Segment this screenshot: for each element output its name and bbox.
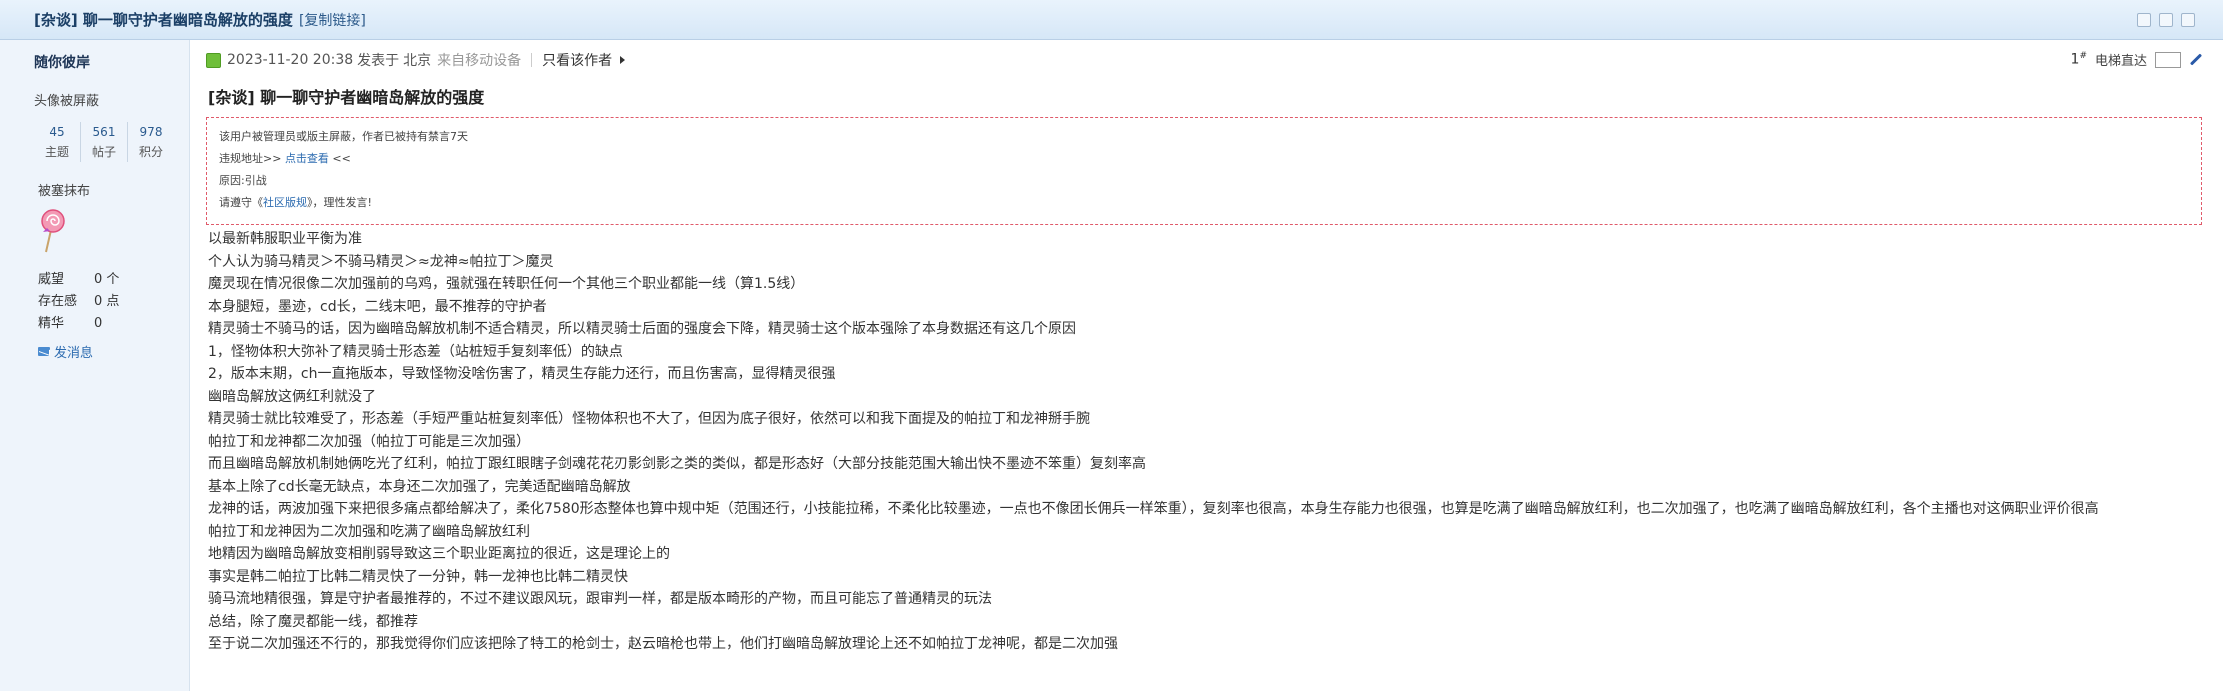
notice-line-4-prefix: 请遵守《 [219, 196, 263, 209]
attr-presence-value: 0 点 [94, 294, 120, 309]
notice-line-4: 请遵守《社区版规》，理性发言! [219, 192, 2189, 214]
body-paragraph: 骑马流地精很强，算是守护者最推荐的，不过不建议跟风玩，跟审判一样，都是版本畸形的… [208, 591, 992, 607]
attr-essence-value: 0 [94, 316, 103, 331]
attr-prestige-label: 威望 [38, 272, 65, 287]
stat-posts[interactable]: 561 帖子 [81, 122, 128, 162]
body-paragraph: 帕拉丁和龙神都二次加强（帕拉丁可能是三次加强） [208, 433, 530, 450]
stat-points-label: 积分 [138, 145, 163, 159]
post-body: 以最新韩服职业平衡为准 个人认为骑马精灵＞不骑马精灵＞≈龙神≈帕拉丁＞魔灵 魔灵… [208, 228, 2198, 656]
notice-line-4-suffix: 》，理性发言! [307, 196, 372, 209]
attr-prestige: 威望 0 个 [38, 268, 119, 287]
header-tools [2137, 12, 2223, 27]
posted-from-label: 发表于 [357, 53, 400, 69]
floor-controls: 1# 电梯直达 [2071, 50, 2203, 69]
body-paragraph: 个人认为骑马精灵＞不骑马精灵＞≈龙神≈帕拉丁＞魔灵 [208, 253, 554, 270]
author-sidebar: 随你彼岸 头像被屏蔽 45 主题 561 帖子 978 积分 被塞抹布 威望 0 … [0, 40, 190, 691]
ban-status: 被塞抹布 [38, 184, 91, 199]
thread-title: [杂谈] 聊一聊守护者幽暗岛解放的强度 [34, 11, 293, 29]
notice-line-3: 原因:引战 [219, 174, 267, 187]
body-paragraph: 以最新韩服职业平衡为准 [208, 231, 362, 247]
body-paragraph: 精灵骑士不骑马的话，因为幽暗岛解放机制不适合精灵，所以精灵骑士后面的强度会下降，… [208, 321, 1076, 337]
attr-presence: 存在感 0 点 [38, 290, 119, 309]
floor-jump-input[interactable] [2155, 51, 2181, 68]
author-stats: 45 主题 561 帖子 978 积分 [34, 122, 174, 162]
stat-threads[interactable]: 45 主题 [34, 122, 81, 162]
post-online-icon [206, 52, 221, 68]
post-title: [杂谈] 聊一聊守护者幽暗岛解放的强度 [208, 88, 485, 107]
stat-points[interactable]: 978 积分 [128, 122, 174, 162]
avatar-status: 头像被屏蔽 [34, 94, 100, 109]
stat-posts-label: 帖子 [91, 145, 116, 159]
post-main: 2023-11-20 20:38 发表于 北京 来自移动设备 只看该作者 1# … [190, 40, 2223, 691]
copy-link-button[interactable]: [复制链接] [299, 10, 366, 30]
author-username[interactable]: 随你彼岸 [34, 52, 90, 72]
body-paragraph: 龙神的话，两波加强下来把很多痛点都给解决了，柔化7580形态整体也算中规中矩（范… [208, 501, 2099, 517]
author-only-link[interactable]: 只看该作者 [542, 50, 612, 70]
meta-divider [531, 53, 533, 67]
post-location: 北京 [403, 53, 432, 69]
moderation-notice: 该用户被管理员或版主屏蔽，作者已被持有禁言7天 违规地址>> 点击查看 << 原… [206, 117, 2202, 225]
stat-posts-value: 561 [92, 125, 116, 139]
attr-essence: 精华 0 [38, 312, 102, 331]
body-paragraph: 魔灵现在情况很像二次加强前的乌鸡，强就强在转职任何一个其他三个职业都能一线（算1… [208, 276, 805, 292]
body-paragraph: 2，版本末期，ch一直拖版本，导致怪物没啥伤害了，精灵生存能力还行，而且伤害高，… [208, 366, 836, 382]
body-paragraph: 幽暗岛解放这俩红利就没了 [208, 388, 376, 405]
send-message-label: 发消息 [54, 346, 94, 361]
triangle-right-icon [620, 56, 626, 64]
print-icon[interactable] [2137, 12, 2151, 27]
body-paragraph: 精灵骑士就比较难受了，形态差（手短严重站桩复刻率低）怪物体积也不大了，但因为底子… [208, 411, 1090, 427]
attr-presence-label: 存在感 [38, 294, 78, 309]
post-meta: 2023-11-20 20:38 发表于 北京 来自移动设备 只看该作者 1# … [206, 50, 2203, 70]
attr-essence-label: 精华 [38, 316, 65, 331]
stat-points-value: 978 [139, 125, 163, 139]
post-device: 来自移动设备 [437, 53, 522, 69]
send-message-button[interactable]: 发消息 [38, 342, 93, 361]
body-paragraph: 基本上除了cd长毫无缺点，本身还二次加强了，完美适配幽暗岛解放 [208, 478, 631, 495]
violation-link[interactable]: 点击查看 [285, 152, 329, 165]
notice-line-2: 违规地址>> 点击查看 << [219, 148, 2189, 170]
next-thread-icon[interactable] [2181, 12, 2195, 27]
envelope-icon [38, 347, 50, 356]
floor-suffix: # [2079, 51, 2087, 62]
post-date: 2023-11-20 20:38 [227, 52, 354, 68]
thread-title-area: [杂谈] 聊一聊守护者幽暗岛解放的强度 [复制链接] [0, 9, 366, 30]
notice-line-2-prefix: 违规地址>> [219, 152, 285, 165]
body-paragraph: 帕拉丁和龙神因为二次加强和吃满了幽暗岛解放红利 [208, 523, 530, 540]
notice-line-1: 该用户被管理员或版主屏蔽，作者已被持有禁言7天 [219, 130, 468, 143]
body-paragraph: 1，怪物体积大弥补了精灵骑士形态差（站桩短手复刻率低）的缺点 [208, 343, 623, 360]
stat-threads-value: 45 [49, 125, 65, 139]
floor-number: 1# [2071, 51, 2087, 68]
pen-icon[interactable] [2189, 53, 2203, 66]
community-rules-link[interactable]: 社区版规 [263, 196, 307, 209]
body-paragraph: 总结，除了魔灵都能一线，都推荐 [208, 613, 418, 630]
body-paragraph: 地精因为幽暗岛解放变相削弱导致这三个职业距离拉的很近，这是理论上的 [208, 546, 670, 562]
lollipop-medal-icon [41, 209, 65, 253]
notice-line-2-suffix: << [328, 152, 351, 165]
attr-prestige-value: 0 个 [94, 272, 120, 287]
elevator-label: 电梯直达 [2094, 54, 2147, 69]
body-paragraph: 事实是韩二帕拉丁比韩二精灵快了一分钟，韩一龙神也比韩二精灵快 [208, 568, 628, 585]
thread-header: [杂谈] 聊一聊守护者幽暗岛解放的强度 [复制链接] [0, 0, 2223, 40]
body-paragraph: 而且幽暗岛解放机制她俩吃光了红利，帕拉丁跟红眼瞎子剑魂花花刃影剑影之类的类似，都… [208, 456, 1146, 472]
prev-thread-icon[interactable] [2159, 12, 2173, 27]
body-paragraph: 本身腿短，墨迹，cd长，二线末吧，最不推荐的守护者 [208, 298, 547, 315]
stat-threads-label: 主题 [44, 145, 69, 159]
body-paragraph: 至于说二次加强还不行的，那我觉得你们应该把除了特工的枪剑士，赵云暗枪也带上，他们… [208, 636, 1118, 652]
